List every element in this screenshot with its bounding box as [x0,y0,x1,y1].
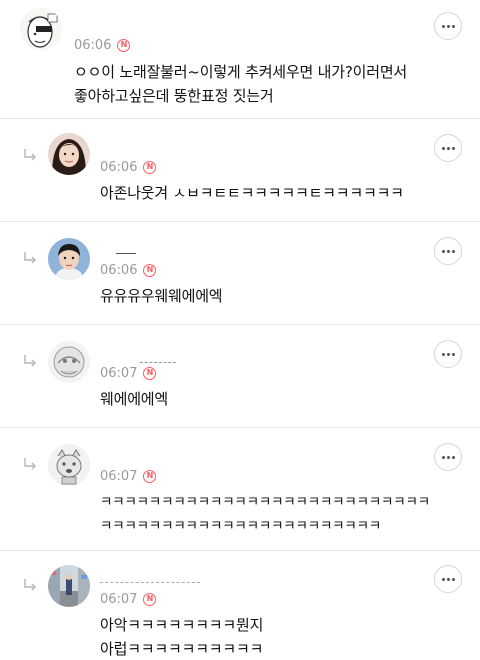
more-options-icon-dot [451,146,455,150]
nickname-masked [140,353,176,363]
more-options-icon-dot [446,455,450,459]
comment-item: 06:06 N ㅇㅇ이 노래잘불러~이렇게 추켜세우면 내가?이러면서 좋아하고… [0,0,480,118]
nickname-masked [100,573,200,583]
more-options-icon-dot [451,577,455,581]
more-options-icon-dot [451,455,455,459]
new-badge: N [143,263,157,277]
man-portrait-avatar-image [48,238,90,280]
avatar[interactable] [48,133,90,175]
avatar[interactable] [20,8,62,50]
comment-meta: 06:07 N [100,591,157,607]
new-badge: N [143,160,157,174]
comment-time: 06:07 [100,591,138,607]
more-options-icon-dot [451,352,455,356]
more-options-icon-dot [446,249,450,253]
comment-text: 웨에에에엑 [100,390,169,408]
more-options-button[interactable] [434,12,462,40]
reply-item: 06:07 N ㅋㅋㅋㅋㅋㅋㅋㅋㅋㅋㅋㅋㅋㅋㅋㅋㅋㅋㅋㅋㅋㅋㅋㅋㅋㅋㅋ ㅋㅋㅋㅋ… [0,428,480,550]
reply-arrow-icon [24,579,36,591]
street-photo-avatar-image [48,565,90,607]
new-badge: N [143,592,157,606]
new-badge: N [117,38,131,52]
dog-sketch-avatar-image [48,444,90,486]
new-badge: N [143,469,157,483]
new-badge: N [143,366,157,380]
comment-meta: 06:06 N [74,37,131,53]
more-options-button[interactable] [434,237,462,265]
more-options-icon [441,577,445,581]
comment-text: 유유유우웨웨에에엑 [100,287,223,305]
reply-arrow-icon [24,355,36,367]
more-options-icon [441,146,445,150]
reply-item: 06:07 N 웨에에에엑 [0,325,480,427]
more-options-icon [441,455,445,459]
reply-item: 06:06 N 유유유우웨웨에에엑 [0,222,480,324]
more-options-icon [441,352,445,356]
more-options-icon-dot [446,146,450,150]
comment-text: ㅇㅇ이 노래잘불러~이렇게 추켜세우면 내가?이러면서 좋아하고싶은데 뚱한표정… [74,63,408,105]
comment-time: 06:06 [100,159,138,175]
more-options-button[interactable] [434,565,462,593]
reply-arrow-icon [24,458,36,470]
comment-time: 06:06 [74,37,112,53]
more-options-icon [441,249,445,253]
comment-meta: 06:07 N [100,365,157,381]
more-options-button[interactable] [434,134,462,162]
reply-item: 06:06 N 아존나웃겨 ㅅㅂㅋㅌㅌㅋㅋㅋㅋㅋㅌㅋㅋㅋㅋㅋㅋ [0,119,480,221]
comment-text: 아존나웃겨 ㅅㅂㅋㅌㅌㅋㅋㅋㅋㅋㅌㅋㅋㅋㅋㅋㅋ [100,184,404,202]
comment-time: 06:07 [100,365,138,381]
nickname-masked [116,244,136,254]
more-options-icon-dot [446,24,450,28]
comment-text: ㅋㅋㅋㅋㅋㅋㅋㅋㅋㅋㅋㅋㅋㅋㅋㅋㅋㅋㅋㅋㅋㅋㅋㅋㅋㅋㅋ ㅋㅋㅋㅋㅋㅋㅋㅋㅋㅋㅋㅋ… [100,494,430,534]
avatar[interactable] [48,341,90,383]
comment-meta: 06:06 N [100,159,157,175]
reply-item: 06:07 N 아악ㅋㅋㅋㅋㅋㅋㅋㅋ뭔지 아럽ㅋㅋㅋㅋㅋㅋㅋㅋㅋㅋ [0,551,480,660]
hand-drawn-face-avatar-image [20,8,62,50]
more-options-icon-dot [451,249,455,253]
comment-text: 아악ㅋㅋㅋㅋㅋㅋㅋㅋ뭔지 아럽ㅋㅋㅋㅋㅋㅋㅋㅋㅋㅋ [100,616,264,658]
comment-time: 06:07 [100,468,138,484]
reply-arrow-icon [24,149,36,161]
more-options-icon [441,24,445,28]
more-options-icon-dot [446,352,450,356]
more-options-button[interactable] [434,443,462,471]
more-options-button[interactable] [434,340,462,368]
more-options-icon-dot [451,24,455,28]
comment-meta: 06:07 N [100,468,157,484]
avatar[interactable] [48,444,90,486]
avatar[interactable] [48,238,90,280]
cartoon-character-avatar-image [48,341,90,383]
woman-portrait-avatar-image [48,133,90,175]
avatar[interactable] [48,565,90,607]
comment-time: 06:06 [100,262,138,278]
reply-arrow-icon [24,252,36,264]
more-options-icon-dot [446,577,450,581]
comment-meta: 06:06 N [100,262,157,278]
